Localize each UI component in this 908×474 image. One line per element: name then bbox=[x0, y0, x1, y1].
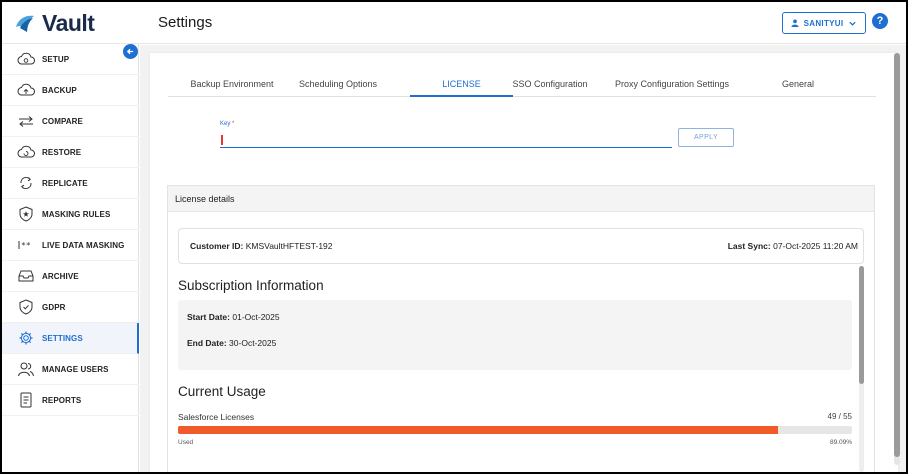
sidebar-item-label: ARCHIVE bbox=[42, 271, 79, 281]
customer-info-card: Customer ID: KMSVaultHFTEST-192 Last Syn… bbox=[178, 228, 864, 264]
sidebar-item-replicate[interactable]: REPLICATE bbox=[2, 168, 139, 199]
page-scrollbar-thumb[interactable] bbox=[894, 53, 900, 457]
page-scrollbar[interactable] bbox=[894, 53, 900, 465]
end-date-value: 30-Oct-2025 bbox=[229, 338, 277, 348]
sidebar-item-label: LIVE DATA MASKING bbox=[42, 240, 125, 250]
tab-sso-configuration[interactable]: SSO Configuration bbox=[508, 79, 592, 89]
usage-count: 49 / 55 bbox=[827, 412, 852, 421]
settings-tabs: Backup Environment Scheduling Options LI… bbox=[168, 73, 876, 97]
sidebar-item-label: MANAGE USERS bbox=[42, 364, 109, 374]
sidebar-item-restore[interactable]: RESTORE bbox=[2, 137, 139, 168]
last-sync-value: 07-Oct-2025 11:20 AM bbox=[773, 241, 858, 251]
chevron-down-icon bbox=[849, 21, 857, 26]
subscription-title: Subscription Information bbox=[178, 278, 324, 293]
sidebar-item-settings[interactable]: SETTINGS bbox=[2, 323, 139, 354]
tab-license[interactable]: LICENSE bbox=[410, 79, 513, 89]
tab-scheduling-options[interactable]: Scheduling Options bbox=[296, 79, 380, 89]
apply-button[interactable]: APPLY bbox=[678, 128, 734, 147]
replicate-icon bbox=[17, 174, 35, 192]
user-menu-button[interactable]: SANITYUI bbox=[782, 12, 866, 34]
top-header: Vault Settings SANITYUI ? bbox=[2, 2, 906, 44]
shield-check-icon bbox=[17, 298, 35, 316]
user-name: SANITYUI bbox=[803, 18, 844, 28]
end-date-row: End Date: 30-Oct-2025 bbox=[187, 338, 276, 348]
page-title: Settings bbox=[158, 14, 213, 31]
help-icon[interactable]: ? bbox=[872, 13, 888, 29]
masking-icon: ** bbox=[17, 236, 35, 254]
sidebar-item-label: RESTORE bbox=[42, 147, 82, 157]
users-icon bbox=[17, 360, 35, 378]
tab-backup-environment[interactable]: Backup Environment bbox=[182, 79, 282, 89]
subscription-card: Start Date: 01-Oct-2025 End Date: 30-Oct… bbox=[178, 300, 852, 370]
sidebar-item-archive[interactable]: ARCHIVE bbox=[2, 261, 139, 292]
archive-icon bbox=[17, 267, 35, 285]
key-field-label: Key * bbox=[220, 121, 234, 127]
sidebar-item-label: GDPR bbox=[42, 302, 66, 312]
active-tab-indicator bbox=[410, 95, 513, 97]
settings-panel: Backup Environment Scheduling Options LI… bbox=[150, 53, 898, 472]
app-name: Vault bbox=[42, 10, 95, 36]
customer-id-label: Customer ID: bbox=[190, 241, 244, 251]
sidebar-item-setup[interactable]: SETUP bbox=[2, 44, 139, 75]
tab-general[interactable]: General bbox=[768, 79, 828, 89]
sidebar-item-backup[interactable]: BACKUP bbox=[2, 75, 139, 106]
sidebar-item-label: BACKUP bbox=[42, 85, 77, 95]
sidebar-item-label: SETUP bbox=[42, 54, 70, 64]
usage-progress-bar bbox=[178, 426, 852, 434]
license-key-input[interactable] bbox=[220, 133, 672, 148]
start-date-row: Start Date: 01-Oct-2025 bbox=[187, 312, 280, 322]
shield-star-icon bbox=[17, 205, 35, 223]
sidebar-item-label: COMPARE bbox=[42, 116, 83, 126]
cloud-gear-icon bbox=[17, 50, 35, 68]
tab-proxy-configuration-settings[interactable]: Proxy Configuration Settings bbox=[612, 79, 732, 89]
last-sync-label: Last Sync: bbox=[727, 241, 771, 251]
vault-logo[interactable]: Vault bbox=[14, 10, 95, 37]
sidebar-item-label: MASKING RULES bbox=[42, 209, 111, 219]
sidebar-item-live-data-masking[interactable]: ** LIVE DATA MASKING bbox=[2, 230, 139, 261]
gear-icon bbox=[17, 329, 35, 347]
cloud-upload-icon bbox=[17, 81, 35, 99]
arrow-left-icon bbox=[126, 48, 134, 55]
license-scrollbar[interactable] bbox=[859, 266, 864, 472]
required-mark: * bbox=[232, 121, 235, 127]
text-cursor bbox=[221, 135, 223, 145]
usage-progress-fill bbox=[178, 426, 779, 434]
license-details-box: License details Customer ID: KMSVaultHFT… bbox=[167, 185, 875, 472]
vault-logo-icon bbox=[16, 15, 34, 32]
cloud-restore-icon bbox=[17, 143, 35, 161]
usage-title: Current Usage bbox=[178, 384, 266, 399]
license-scrollbar-thumb[interactable] bbox=[859, 266, 864, 384]
main-content: Backup Environment Scheduling Options LI… bbox=[140, 45, 906, 472]
start-date-label: Start Date: bbox=[187, 312, 230, 322]
sidebar-item-gdpr[interactable]: GDPR bbox=[2, 292, 139, 323]
sidebar-item-label: REPORTS bbox=[42, 395, 82, 405]
key-label-text: Key bbox=[220, 121, 231, 127]
sidebar: SETUP BACKUP COMPARE RESTORE REPLICATE M… bbox=[2, 44, 139, 472]
last-sync: Last Sync: 07-Oct-2025 11:20 AM bbox=[728, 241, 858, 251]
sidebar-item-label: REPLICATE bbox=[42, 178, 88, 188]
start-date-value: 01-Oct-2025 bbox=[232, 312, 280, 322]
user-icon bbox=[791, 19, 799, 27]
compare-arrows-icon bbox=[17, 112, 35, 130]
report-icon bbox=[17, 391, 35, 409]
sidebar-item-compare[interactable]: COMPARE bbox=[2, 106, 139, 137]
app-window: Vault Settings SANITYUI ? SETUP BACKUP C… bbox=[0, 0, 908, 474]
svg-text:**: ** bbox=[21, 241, 31, 250]
sidebar-item-label: SETTINGS bbox=[42, 333, 83, 343]
customer-id: Customer ID: KMSVaultHFTEST-192 bbox=[190, 241, 333, 251]
customer-id-value: KMSVaultHFTEST-192 bbox=[245, 241, 333, 251]
sidebar-item-reports[interactable]: REPORTS bbox=[2, 385, 139, 416]
used-percent: 89.09% bbox=[829, 439, 852, 446]
sidebar-item-manage-users[interactable]: MANAGE USERS bbox=[2, 354, 139, 385]
sidebar-item-masking-rules[interactable]: MASKING RULES bbox=[2, 199, 139, 230]
end-date-label: End Date: bbox=[187, 338, 227, 348]
collapse-sidebar-button[interactable] bbox=[123, 44, 138, 59]
license-details-header: License details bbox=[168, 186, 874, 212]
used-label: Used bbox=[178, 439, 194, 446]
usage-name: Salesforce Licenses bbox=[178, 412, 255, 422]
